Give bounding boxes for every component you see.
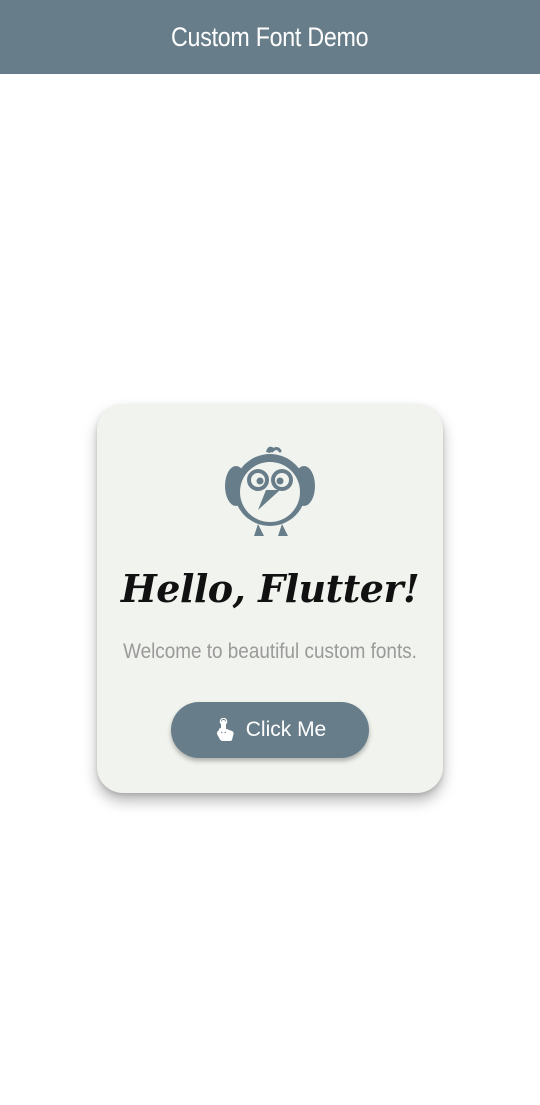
greeting-card: Hello, Flutter! Welcome to beautiful cus… bbox=[97, 404, 443, 793]
bird-mascot-icon bbox=[225, 446, 315, 536]
click-me-button[interactable]: Click Me bbox=[171, 702, 369, 758]
subtitle-text: Welcome to beautiful custom fonts. bbox=[123, 640, 417, 663]
touch-app-icon bbox=[216, 718, 234, 741]
app-bar-title: Custom Font Demo bbox=[171, 21, 369, 52]
click-me-button-label: Click Me bbox=[245, 718, 327, 741]
app-bar: Custom Font Demo bbox=[0, 0, 540, 74]
headline-text: Hello, Flutter! bbox=[120, 566, 420, 611]
app-screen: Custom Font Demo Hello, Flutter! Welcome… bbox=[0, 0, 540, 1105]
